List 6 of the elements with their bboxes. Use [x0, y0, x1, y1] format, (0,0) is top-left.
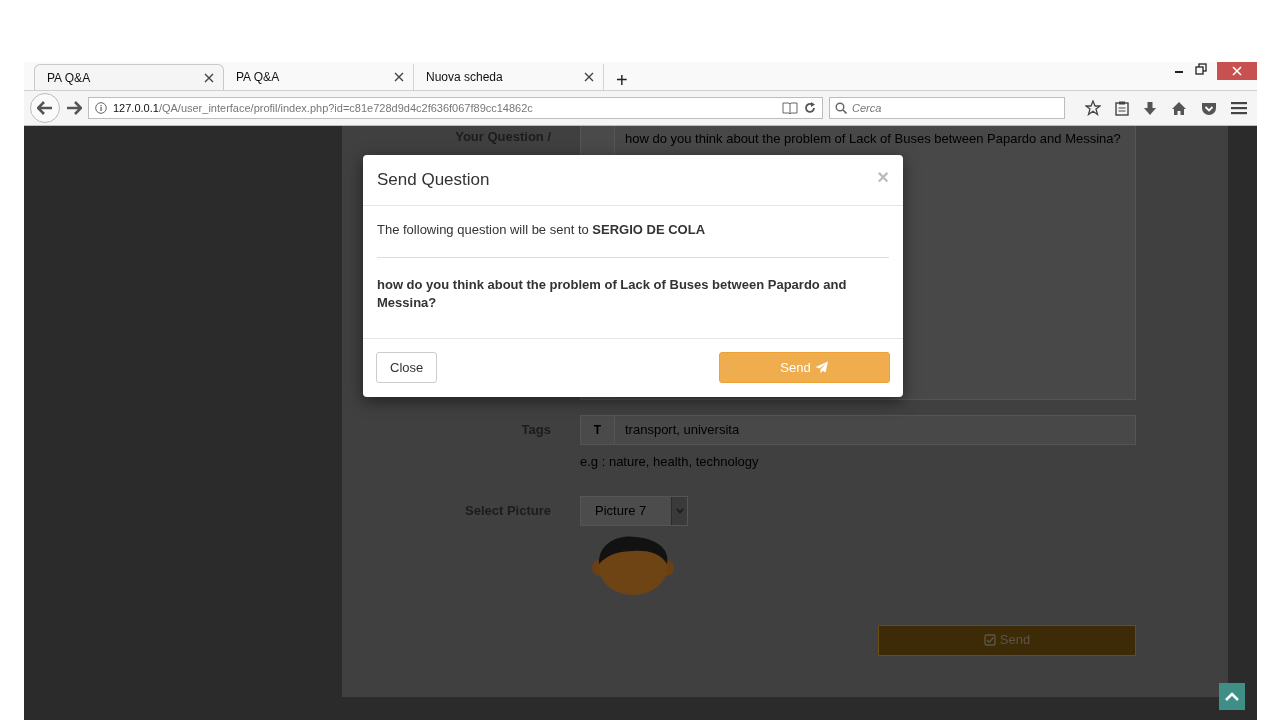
input-addon: T — [580, 415, 615, 445]
help-text: e.g : nature, health, technology — [580, 453, 760, 471]
url-text: 127.0.0.1/QA/user_interface/profil/index.php?id=c81e728d9d4c2f636f067f89cc14862c — [113, 100, 534, 116]
dialog-text: The following question will be sent to SERGIO DE COLA — [377, 221, 707, 239]
dialog-title: Send Question — [377, 169, 490, 191]
question-text: how do you think about the problem of Lack of Buses between Papardo and Messina? — [377, 275, 848, 312]
